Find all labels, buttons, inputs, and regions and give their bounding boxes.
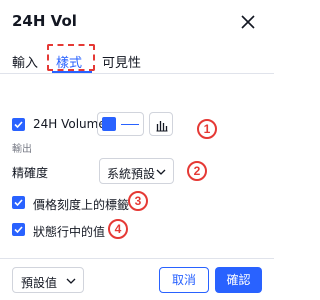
dialog-title: 24H Vol	[12, 12, 77, 30]
status-line-values-row: 狀態行中的值	[12, 221, 162, 239]
bar-chart-icon	[156, 121, 168, 132]
dialog-header: 24H Vol	[0, 0, 274, 44]
precision-label: 精確度	[12, 166, 49, 180]
section-output-label: 輸出	[12, 144, 32, 155]
active-tab-indicator	[52, 71, 92, 73]
color-swatch	[102, 117, 116, 131]
dialog-footer: 預設值 取消 確認	[0, 258, 274, 300]
status-line-values-checkbox[interactable]	[12, 223, 25, 236]
tab-style[interactable]: 樣式	[56, 52, 82, 71]
volume-label: 24H Volume	[33, 117, 106, 131]
line-style-sample	[121, 124, 139, 125]
tab-visibility[interactable]: 可見性	[102, 52, 141, 71]
annotation-badge-3: 3	[128, 191, 148, 211]
volume-row: 24H Volume	[12, 112, 262, 136]
defaults-label: 預設值	[21, 276, 58, 290]
close-icon[interactable]	[239, 13, 257, 31]
price-scale-labels-label: 價格刻度上的標籤	[33, 198, 130, 212]
plot-type-button[interactable]	[149, 112, 173, 136]
defaults-dropdown[interactable]: 預設值	[12, 267, 84, 293]
volume-checkbox[interactable]	[12, 118, 25, 131]
annotation-badge-4: 4	[108, 219, 128, 239]
volume-style-button[interactable]	[97, 112, 144, 136]
tab-inputs[interactable]: 輸入	[12, 52, 38, 71]
settings-dialog: 24H Vol 輸入 樣式 可見性 24H Volume 輸出 精確度 系統預設	[0, 0, 274, 300]
tab-bar: 輸入 樣式 可見性	[0, 44, 274, 74]
cancel-button[interactable]: 取消	[159, 267, 209, 293]
price-scale-labels-checkbox[interactable]	[12, 196, 25, 209]
ok-button[interactable]: 確認	[215, 267, 262, 293]
precision-select[interactable]: 系統預設	[99, 158, 174, 184]
chevron-down-icon	[66, 278, 76, 284]
chevron-down-icon	[156, 169, 166, 175]
annotation-badge-1: 1	[197, 119, 217, 139]
precision-value: 系統預設	[107, 167, 156, 181]
status-line-values-label: 狀態行中的值	[33, 225, 106, 239]
annotation-badge-2: 2	[187, 161, 207, 181]
